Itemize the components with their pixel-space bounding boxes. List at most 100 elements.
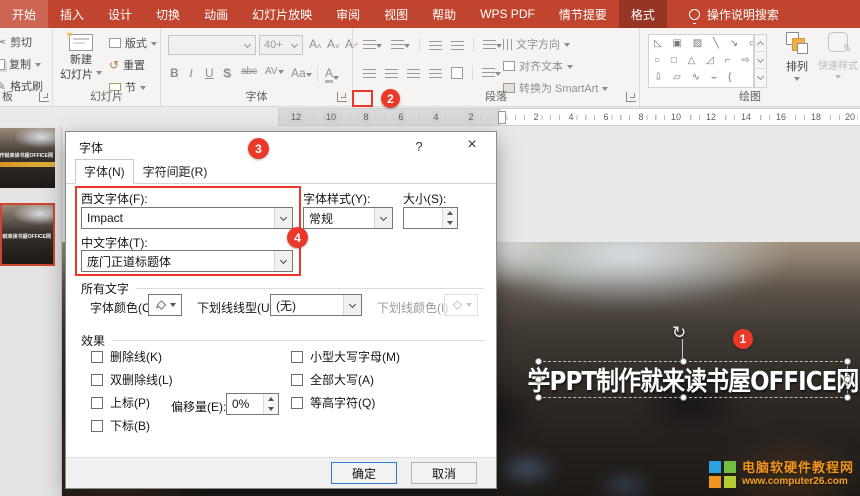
ok-button[interactable]: 确定 xyxy=(331,462,397,484)
gallery-more-icon[interactable] xyxy=(755,69,766,86)
subscript-checkbox[interactable] xyxy=(91,420,103,432)
resize-handle-bottom-right[interactable] xyxy=(844,394,851,401)
offset-spinner[interactable]: 0% xyxy=(226,393,279,415)
align-right-button[interactable] xyxy=(407,69,420,78)
spin-up-icon[interactable] xyxy=(443,208,457,218)
resize-handle-left-mid[interactable] xyxy=(535,376,542,383)
dialog-tab-character-spacing[interactable]: 字符间距(R) xyxy=(134,159,217,184)
slide-thumbnail-2-selected[interactable]: 学PPT制作就来读书屋OFFICE网 xyxy=(0,203,55,266)
font-style-combo[interactable]: 常规 xyxy=(303,207,393,229)
strikethrough-checkbox[interactable] xyxy=(91,351,103,363)
resize-handle-top-left[interactable] xyxy=(535,358,542,365)
italic-button[interactable]: I xyxy=(189,66,193,81)
dialog-help-button[interactable]: ? xyxy=(408,139,430,154)
copy-button[interactable]: 复制 xyxy=(0,56,41,72)
double-strikethrough-checkbox[interactable] xyxy=(91,374,103,386)
reset-button[interactable]: ↺ 重置 xyxy=(109,57,145,73)
font-size-combo[interactable]: 40+ xyxy=(259,35,303,55)
dialog-title-bar[interactable]: 字体 xyxy=(66,132,496,162)
tab-format[interactable]: 格式 xyxy=(619,0,667,28)
decrease-font-button[interactable]: A˅ xyxy=(327,37,340,51)
tab-storyboard[interactable]: 情节提要 xyxy=(547,0,619,28)
text-shadow-button[interactable]: S xyxy=(223,66,231,80)
columns-button[interactable] xyxy=(451,67,463,79)
underline-button[interactable]: U xyxy=(205,66,214,80)
align-text-button[interactable]: 对齐文本 xyxy=(503,58,573,74)
strikethrough-button[interactable]: abc xyxy=(241,66,257,77)
clipboard-dialog-launcher-icon[interactable] xyxy=(39,92,49,102)
spin-down-icon[interactable] xyxy=(443,218,457,228)
increase-font-button[interactable]: A˄ xyxy=(309,37,322,51)
tab-review[interactable]: 审阅 xyxy=(324,0,372,28)
font-color-button[interactable]: A xyxy=(325,66,339,83)
equalize-height-checkbox-row: 等高字符(Q) xyxy=(291,394,375,411)
tab-wps-pdf[interactable]: WPS PDF xyxy=(468,0,547,28)
checkbox-label: 等高字符(Q) xyxy=(310,394,375,411)
font-name-combo[interactable] xyxy=(168,35,256,55)
tell-me-search[interactable]: 操作说明搜索 xyxy=(679,0,789,28)
slide-thumbnail-1[interactable]: 学PPT制作就来读书屋OFFICE网 xyxy=(0,128,55,188)
tab-insert[interactable]: 插入 xyxy=(48,0,96,28)
group-clipboard: ✂ 剪切 复制 ✎ 格式刷 板 xyxy=(0,28,53,106)
columns-more-button[interactable] xyxy=(482,68,501,79)
slides-group-label: 幻灯片 xyxy=(53,88,160,104)
cancel-button[interactable]: 取消 xyxy=(411,462,477,484)
equalize-height-checkbox[interactable] xyxy=(291,397,303,409)
effects-section-header: 效果 xyxy=(81,332,484,346)
increase-indent-button[interactable] xyxy=(451,41,464,50)
spin-down-icon[interactable] xyxy=(264,404,278,414)
cjk-font-combo[interactable]: 庞门正道标题体 xyxy=(81,250,293,272)
tab-transitions[interactable]: 切换 xyxy=(144,0,192,28)
resize-handle-top-mid[interactable] xyxy=(680,358,687,365)
arrange-button[interactable]: 排列 xyxy=(778,32,816,84)
underline-color-picker[interactable] xyxy=(444,294,478,316)
resize-handle-top-right[interactable] xyxy=(844,358,851,365)
cut-button[interactable]: ✂ 剪切 xyxy=(0,34,32,50)
tab-view[interactable]: 视图 xyxy=(372,0,420,28)
small-caps-checkbox[interactable] xyxy=(291,351,303,363)
shapes-gallery[interactable]: ◺ ▣ ▨ ╲ ↘ ▭ ○ □ △ ◿ ⌐ ⇨ ⇩ ▱ ∿ ⌣ { xyxy=(648,34,754,88)
bullets-button[interactable] xyxy=(363,40,382,51)
all-caps-checkbox[interactable] xyxy=(291,374,303,386)
scroll-up-icon[interactable] xyxy=(755,35,766,52)
numbering-button[interactable] xyxy=(391,40,410,51)
superscript-checkbox[interactable] xyxy=(91,397,103,409)
text-direction-button[interactable]: 文字方向 xyxy=(503,36,570,52)
character-spacing-button[interactable]: AV xyxy=(265,66,284,77)
reset-icon: ↺ xyxy=(109,59,119,71)
tab-slideshow[interactable]: 幻灯片放映 xyxy=(240,0,324,28)
latin-font-combo[interactable]: Impact xyxy=(81,207,293,229)
font-size-spinner[interactable] xyxy=(403,207,458,229)
change-case-button[interactable]: Aa xyxy=(291,66,312,80)
line-spacing-button[interactable] xyxy=(483,40,502,51)
justify-button[interactable] xyxy=(429,69,442,78)
ruler-indent-marker[interactable] xyxy=(498,111,506,124)
scroll-down-icon[interactable] xyxy=(755,52,766,69)
resize-handle-right-mid[interactable] xyxy=(844,376,851,383)
font-color-picker[interactable] xyxy=(148,294,182,316)
tab-animations[interactable]: 动画 xyxy=(192,0,240,28)
paragraph-dialog-launcher-icon[interactable] xyxy=(626,92,636,102)
quick-styles-button[interactable]: ✎ 快速样式 xyxy=(818,32,858,82)
tab-home[interactable]: 开始 xyxy=(0,0,48,28)
tab-design[interactable]: 设计 xyxy=(96,0,144,28)
shapes-gallery-scrollbar[interactable] xyxy=(754,34,767,88)
font-dialog-launcher-icon[interactable] xyxy=(337,92,347,102)
align-left-button[interactable] xyxy=(363,69,376,78)
font-style-label: 字体样式(Y): xyxy=(303,190,370,207)
bold-button[interactable]: B xyxy=(170,66,179,80)
new-slide-button[interactable]: ✶ 新建 幻灯片 xyxy=(57,32,105,82)
layout-button[interactable]: 版式 xyxy=(109,35,157,51)
decrease-indent-button[interactable] xyxy=(429,41,442,50)
tab-help[interactable]: 帮助 xyxy=(420,0,468,28)
slide-textbox[interactable]: 学PPT制作就来读书屋OFFICE网 xyxy=(538,361,848,398)
resize-handle-bottom-mid[interactable] xyxy=(680,394,687,401)
underline-style-combo[interactable]: (无) xyxy=(270,294,362,316)
spin-up-icon[interactable] xyxy=(264,394,278,404)
rotate-handle-icon[interactable]: ↻ xyxy=(672,323,686,343)
align-center-button[interactable] xyxy=(385,69,398,78)
resize-handle-bottom-left[interactable] xyxy=(535,394,542,401)
close-icon[interactable]: × xyxy=(458,136,486,154)
dialog-tab-font[interactable]: 字体(N) xyxy=(75,159,134,184)
underline-color-label: 下划线颜色(I) xyxy=(377,299,448,316)
